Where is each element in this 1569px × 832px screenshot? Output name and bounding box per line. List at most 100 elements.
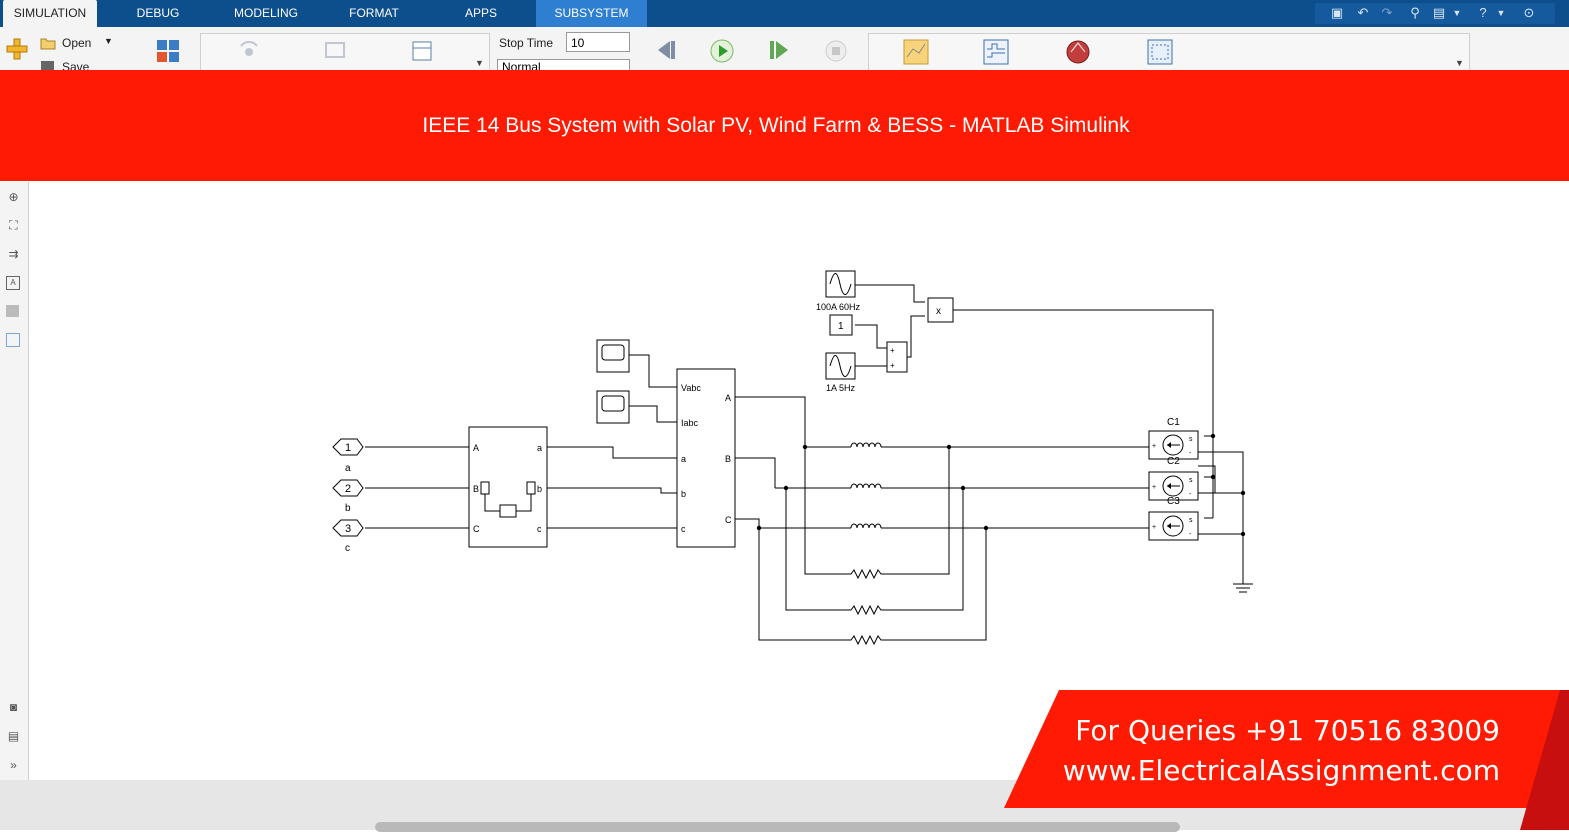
save-icon[interactable]: ▣ — [1329, 5, 1345, 21]
review-results-section: ▼ — [868, 33, 1470, 72]
tab-format[interactable]: FORMAT — [338, 0, 410, 27]
model-browser-icon[interactable]: ▤ — [6, 729, 21, 744]
svg-text:c: c — [537, 524, 542, 534]
log-signals-icon[interactable] — [323, 40, 349, 64]
svg-text:s: s — [1189, 477, 1193, 484]
route-lines-icon[interactable]: ⇉ — [6, 247, 21, 262]
prepare-section: ▼ — [200, 33, 490, 72]
step-back-icon[interactable] — [654, 38, 680, 62]
svg-text:3: 3 — [345, 523, 351, 535]
svg-text:+: + — [1152, 484, 1156, 491]
tab-subsystem-block[interactable]: SUBSYSTEM BLOCK — [536, 0, 647, 47]
sum-block[interactable]: + + — [886, 341, 908, 373]
series-inductor-c[interactable] — [845, 523, 891, 529]
stop-time-label: Stop Time — [499, 36, 554, 50]
svg-text:1: 1 — [345, 442, 351, 454]
bird-eye-scope-icon[interactable] — [1065, 39, 1091, 65]
svg-text:2: 2 — [345, 483, 351, 495]
svg-text:100A 60Hz: 100A 60Hz — [816, 302, 861, 312]
ribbon-tab-bar: SIMULATION DEBUG MODELING FORMAT APPS SU… — [0, 0, 1569, 47]
library-browser-icon[interactable] — [156, 39, 180, 63]
controlled-current-source-c1[interactable]: C1 s + - — [1148, 417, 1199, 460]
promo-website: www.ElectricalAssignment.com — [1062, 754, 1500, 787]
svg-text:+: + — [1152, 443, 1156, 450]
sine-wave-100a-60hz[interactable]: 100A 60Hz — [816, 270, 861, 312]
resistor-b[interactable] — [845, 604, 891, 616]
inport-2[interactable]: 2 b — [332, 479, 364, 514]
logic-analyzer-icon[interactable] — [983, 39, 1009, 65]
controlled-current-source-c2[interactable]: C2 s + - — [1148, 456, 1199, 501]
run-icon[interactable] — [709, 38, 735, 64]
block-diagram-palette: ⊕ ⛶ ⇉ A ◙ ▤ » — [0, 182, 29, 780]
tab-apps[interactable]: APPS — [455, 0, 507, 27]
print-dropdown-icon[interactable]: ▼ — [1449, 5, 1465, 21]
annotation-icon[interactable]: A — [6, 276, 20, 290]
svg-text:c: c — [345, 543, 350, 554]
tab-simulation[interactable]: SIMULATION — [3, 0, 97, 27]
new-icon[interactable] — [5, 37, 29, 61]
resistor-a[interactable] — [845, 568, 891, 580]
scope-vabc[interactable] — [596, 339, 630, 373]
svg-text:b: b — [345, 503, 351, 514]
review-gallery-expand-icon[interactable]: ▼ — [1455, 58, 1464, 68]
three-phase-breaker-block[interactable]: A B C a b c — [468, 426, 548, 548]
controlled-current-source-c3[interactable]: C3 s + - — [1148, 496, 1199, 541]
tab-debug[interactable]: DEBUG — [121, 0, 195, 27]
svg-text:B: B — [725, 454, 731, 464]
open-folder-icon — [40, 38, 56, 50]
inport-1[interactable]: 1 a — [332, 438, 364, 474]
svg-text:b: b — [537, 484, 542, 494]
svg-text:s: s — [1189, 517, 1193, 524]
print-icon[interactable]: ▤ — [1431, 5, 1447, 21]
banner-title: IEEE 14 Bus System with Solar PV, Wind F… — [422, 114, 1130, 137]
svg-text:1: 1 — [838, 321, 844, 332]
step-forward-icon[interactable] — [767, 38, 793, 62]
signal-icon[interactable] — [237, 40, 263, 64]
svg-text:Vabc: Vabc — [681, 383, 701, 393]
help-icon[interactable]: ? — [1475, 5, 1491, 21]
area-icon[interactable] — [6, 333, 20, 347]
redo-icon[interactable]: ↷ — [1379, 5, 1395, 21]
horizontal-scrollbar[interactable] — [375, 822, 1180, 832]
three-phase-vi-measurement-block[interactable]: Vabc Iabc a b c A B C — [676, 368, 736, 548]
inport-3[interactable]: 3 c — [332, 519, 364, 554]
svg-text:C: C — [473, 524, 480, 534]
resistor-c[interactable] — [845, 634, 891, 646]
svg-text:x: x — [936, 306, 941, 317]
video-title-banner: IEEE 14 Bus System with Solar PV, Wind F… — [0, 70, 1569, 181]
ground-block[interactable] — [1233, 573, 1253, 593]
prepare-gallery-expand-icon[interactable]: ▼ — [475, 58, 484, 68]
series-inductor-b[interactable] — [845, 483, 891, 489]
svg-text:Iabc: Iabc — [681, 418, 699, 428]
constant-block[interactable]: 1 — [829, 314, 853, 336]
hide-palette-icon[interactable]: » — [6, 758, 21, 773]
find-icon[interactable]: ⚲ — [1407, 5, 1423, 21]
toolstrip: Open ▼ Save ▼ Stop Time 10 Normal ▼ — [0, 27, 1569, 74]
tab-modeling[interactable]: MODELING — [225, 0, 307, 27]
svg-text:C: C — [725, 515, 732, 525]
screenshot-icon[interactable]: ◙ — [6, 700, 21, 715]
minimize-toolstrip-icon[interactable]: ⊙ — [1521, 5, 1537, 21]
simulation-manager-icon[interactable] — [1147, 39, 1173, 65]
zoom-icon[interactable]: ⊕ — [6, 190, 21, 205]
data-inspector-icon[interactable] — [903, 39, 929, 65]
help-dropdown-icon[interactable]: ▼ — [1493, 5, 1509, 21]
undo-icon[interactable]: ↶ — [1355, 5, 1371, 21]
scope-iabc[interactable] — [596, 390, 630, 424]
svg-text:C3: C3 — [1167, 496, 1180, 507]
contact-promo: For Queries +91 70516 83009 www.Electric… — [1004, 690, 1569, 830]
image-icon[interactable] — [6, 305, 19, 317]
product-block[interactable]: x — [927, 297, 954, 323]
stop-time-input[interactable]: 10 — [566, 32, 630, 52]
stop-icon[interactable] — [825, 40, 847, 62]
signal-table-icon[interactable] — [411, 40, 433, 62]
svg-text:1A 5Hz: 1A 5Hz — [826, 383, 856, 393]
fit-to-view-icon[interactable]: ⛶ — [6, 218, 21, 233]
svg-text:b: b — [681, 489, 686, 499]
open-button[interactable]: Open — [62, 36, 91, 50]
series-inductor-a[interactable] — [845, 442, 891, 448]
sine-wave-1a-5hz[interactable]: 1A 5Hz — [825, 352, 856, 393]
save-disk-icon — [41, 61, 54, 70]
svg-text:+: + — [1152, 524, 1156, 531]
open-dropdown-icon[interactable]: ▼ — [104, 36, 113, 46]
